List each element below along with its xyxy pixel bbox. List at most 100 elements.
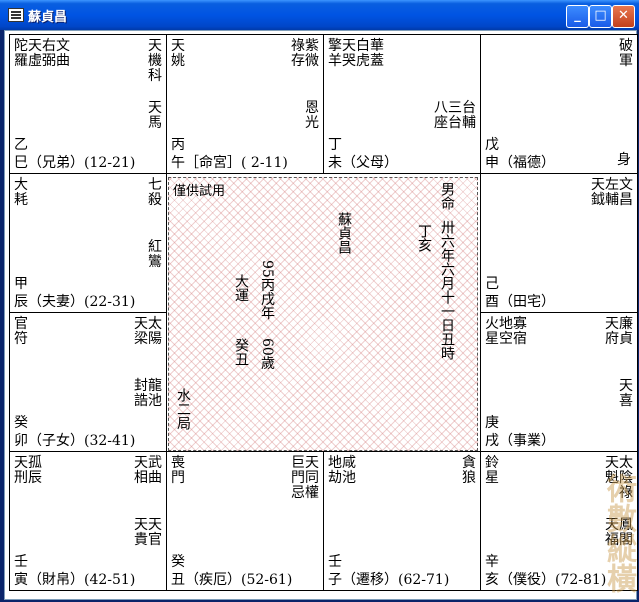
palace-you[interactable]: 天鉞左輔文昌己酉（田宅） [480,173,638,313]
main-star: 紫微 [305,38,319,69]
main-star: 天梁 [134,316,148,347]
auxiliary-star: 龍池 [148,378,162,409]
minor-star: 陀羅 [14,38,28,69]
center-info-panel: 僅供試用 男命 卅六年六月十一日丑時 丁亥 蘇貞昌 95丙戌年 大運 60歲 癸… [168,177,478,451]
dayun-stem-branch: 癸丑 [233,338,249,366]
palace-chou[interactable]: 喪門 巨門忌天同權癸丑（疾厄）(52-61) [166,451,324,591]
minimize-button[interactable]: _ [566,5,589,28]
maximize-button[interactable]: □ [589,5,612,28]
palace-stem: 壬 [328,554,342,570]
trial-label: 僅供試用 [173,184,226,199]
palace-name: 辰（夫妻）(22-31) [14,294,136,310]
main-star: 天機科 [148,38,162,84]
minor-star: 地劫 [328,455,342,486]
auxiliary-stars: 紅鸞 [148,240,162,270]
minor-star: 鈴星 [485,455,499,486]
minor-star: 文曲 [56,38,70,69]
minor-star: 白虎 [356,38,370,69]
minor-star: 右弼 [42,38,56,69]
main-stars: 破軍 [619,39,633,69]
main-star: 天鉞 [591,177,605,208]
minor-star: 地空 [499,316,513,347]
main-star: 太陽 [148,316,162,347]
minor-stars: 天姚 [171,39,185,69]
main-stars: 天機科 [148,39,162,84]
minor-star: 咸池 [342,455,356,486]
minor-star: 擎羊 [328,38,342,69]
auxiliary-star: 三台 [448,100,462,131]
main-stars: 天府廉貞 [605,317,633,347]
palace-name: 戌（事業） [485,433,555,449]
minor-star: 天刑 [14,455,28,486]
auxiliary-stars: 天馬 [148,101,162,131]
window-title: 蘇貞昌 [28,10,68,25]
palace-name: 子（遷移）(62-71) [328,572,450,588]
birth-date: 卅六年六月十一日丑時 [439,220,455,360]
palace-name: 卯（子女）(32-41) [14,433,136,449]
palace-name: 申（福德） [485,155,555,171]
auxiliary-stars: 天喜 [619,379,633,409]
minor-stars: 擎羊天哭白虎華蓋 [328,39,384,69]
auxiliary-stars: 八座三台台輔 [434,101,476,131]
minor-star: 孤辰 [28,455,42,486]
auxiliary-star: 恩光 [305,100,319,131]
window-menu-icon[interactable] [8,8,24,22]
body-palace-marker: 身 [617,152,631,168]
palace-shen[interactable]: 破軍戊申（福德） 身 [480,34,638,174]
ziwei-chart: 鈴星天魁太陰祿天福鳳閣辛亥（僕役）(72-81) 地劫咸池貪狼壬子（遷移）(62-… [4,30,638,600]
minor-star: 寡宿 [513,316,527,347]
palace-name: 巳（兄弟）(12-21) [14,155,136,171]
main-star: 祿存 [291,38,305,69]
palace-stem: 庚 [485,415,499,431]
minor-star: 官符 [14,316,28,347]
main-star: 文昌 [619,177,633,208]
main-stars: 天鉞左輔文昌 [591,178,633,208]
minor-stars: 火星地空寡宿 [485,317,527,347]
palace-stem: 壬 [14,554,28,570]
main-star: 左輔 [605,177,619,208]
main-star: 巨門忌 [291,455,305,501]
palace-stem: 戊 [485,137,499,153]
main-star: 武曲 [148,455,162,486]
title-bar[interactable]: 蘇貞昌 _ □ ✕ [0,0,639,30]
palace-mao[interactable]: 官符 天梁太陽封誥龍池癸卯（子女）(32-41) [9,312,167,452]
main-star: 七殺 [148,177,162,208]
palace-chen[interactable]: 大耗 七殺紅鸞甲辰（夫妻）(22-31) [9,173,167,313]
palace-name: 丑（疾厄）(52-61) [171,572,293,588]
main-stars: 祿存紫微 [291,39,319,69]
palace-yin[interactable]: 天刑孤辰 天相武曲天貴天官壬寅（財帛）(42-51) [9,451,167,591]
minor-star: 天虛 [28,38,42,69]
main-star: 破軍 [619,38,633,69]
palace-wei[interactable]: 擎羊天哭白虎華蓋八座三台台輔丁未（父母） [323,34,481,174]
close-button[interactable]: ✕ [612,5,635,28]
minor-stars: 喪門 [171,456,185,486]
palace-stem: 辛 [485,554,499,570]
main-star: 天同權 [305,455,319,501]
auxiliary-star: 天馬 [148,100,162,131]
minor-star: 華蓋 [370,38,384,69]
minor-stars: 天刑孤辰 [14,456,42,486]
app-window: 蘇貞昌 _ □ ✕ 鈴星天魁太陰祿天福鳳閣辛亥（僕役）(72-81) 地劫咸池貪狼… [0,0,639,602]
minor-stars: 陀羅天虛右弼文曲 [14,39,70,69]
auxiliary-stars: 封誥龍池 [134,379,162,409]
main-stars: 貪狼 [462,456,476,486]
main-star: 貪狼 [462,455,476,486]
gender-label: 男命 [439,182,455,210]
main-stars: 天梁太陽 [134,317,162,347]
palace-si[interactable]: 陀羅天虛右弼文曲 天機科天馬乙巳（兄弟）(12-21) [9,34,167,174]
palace-name: 寅（財帛）(42-51) [14,572,136,588]
palace-wu[interactable]: 天姚 祿存紫微恩光丙午［命宮］( 2-11) [166,34,324,174]
main-stars: 七殺 [148,178,162,208]
auxiliary-star: 八座 [434,100,448,131]
palace-name: 酉（田宅） [485,294,555,310]
palace-zi[interactable]: 地劫咸池 貪狼壬子（遷移）(62-71) [323,451,481,591]
auxiliary-stars: 天貴天官 [134,518,162,548]
palace-xu[interactable]: 火星地空寡宿 天府廉貞天喜庚戌（事業） [480,312,638,452]
minor-star: 天姚 [171,38,185,69]
minor-stars: 地劫咸池 [328,456,356,486]
auxiliary-star: 紅鸞 [148,239,162,270]
watermark-logo: 術數縱橫 [601,473,636,593]
auxiliary-star: 封誥 [134,378,148,409]
palace-stem: 乙 [14,137,28,153]
auxiliary-star: 台輔 [462,100,476,131]
